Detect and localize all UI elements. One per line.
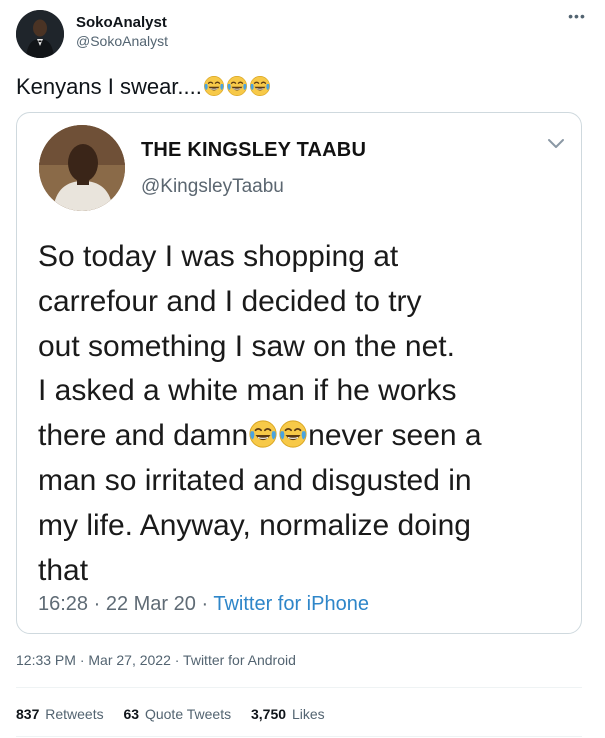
tweet-text-content: Kenyans I swear.... <box>16 74 202 99</box>
chevron-down-icon <box>548 139 564 148</box>
bottom-divider <box>16 736 582 737</box>
face-with-tears-of-joy-icon <box>226 76 247 96</box>
tweet-emojis <box>202 74 271 99</box>
divider <box>16 687 582 688</box>
quoted-tweet-body: So today I was shopping at carrefour and… <box>38 235 578 593</box>
retweets-count: 837 <box>16 706 40 722</box>
quoted-date: 22 Mar 20 <box>105 593 196 615</box>
quoted-source-app: Twitter for iPhone <box>213 593 369 615</box>
retweets-stat[interactable]: 837 Retweets <box>16 704 104 724</box>
tweet-stats: 837 Retweets 63 Quote Tweets 3,750 Likes <box>16 704 341 724</box>
likes-count: 3,750 <box>251 706 287 722</box>
tweet-text: Kenyans I swear.... <box>16 72 271 102</box>
quoted-tweet-card[interactable]: THE KINGSLEY TAABU @KingsleyTaabu So tod… <box>16 112 582 634</box>
face-with-tears-of-joy-icon <box>249 420 277 448</box>
quoted-author-avatar <box>39 125 125 211</box>
quoted-sep-1: · <box>88 593 106 615</box>
likes-stat[interactable]: 3,750 Likes <box>251 704 325 724</box>
author-names: SokoAnalyst @SokoAnalyst <box>76 13 168 51</box>
quoted-handle: @KingsleyTaabu <box>141 176 284 197</box>
quoted-display-name: THE KINGSLEY TAABU <box>141 139 367 161</box>
retweets-label: Retweets <box>45 706 104 722</box>
quote-tweets-label: Quote Tweets <box>144 706 232 722</box>
quoted-time: 16:28 <box>38 593 89 615</box>
quoted-tweet-meta: 16:28 · 22 Mar 20 · Twitter for iPhone <box>38 591 369 617</box>
more-options-icon[interactable]: ••• <box>565 9 589 30</box>
quote-tweets-count: 63 <box>123 706 140 722</box>
quote-tweets-stat[interactable]: 63 Quote Tweets <box>124 704 232 724</box>
quoted-body-emojis <box>248 419 308 452</box>
author-handle[interactable]: @SokoAnalyst <box>76 32 168 51</box>
author-avatar[interactable] <box>16 10 64 58</box>
face-with-tears-of-joy-icon <box>279 420 307 448</box>
author-display-name[interactable]: SokoAnalyst <box>76 13 168 32</box>
quoted-sep-2: · <box>195 593 214 615</box>
face-with-tears-of-joy-icon <box>203 76 224 96</box>
tweet-timestamp[interactable]: 12:33 PM · Mar 27, 2022 · Twitter for An… <box>16 650 296 670</box>
face-with-tears-of-joy-icon <box>249 76 270 96</box>
tweet-header: SokoAnalyst @SokoAnalyst ••• <box>16 9 589 58</box>
likes-label: Likes <box>291 706 325 722</box>
